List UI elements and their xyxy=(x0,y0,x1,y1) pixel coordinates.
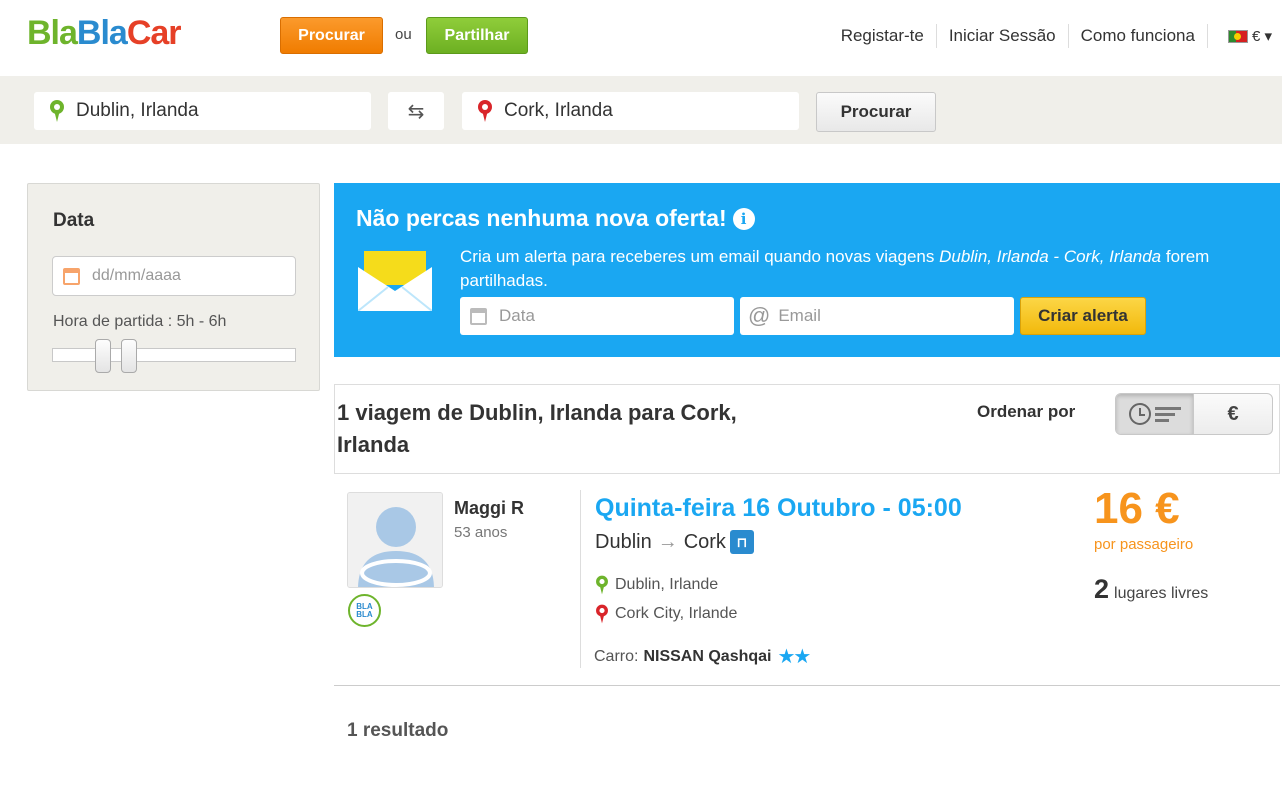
calendar-icon xyxy=(63,267,80,285)
route-arrow-icon: → xyxy=(657,530,678,553)
language-currency-selector[interactable]: € ▾ xyxy=(1208,27,1272,45)
date-placeholder: dd/mm/aaaa xyxy=(92,267,181,284)
filter-sidebar: Data dd/mm/aaaa Hora de partida : 5h - 6… xyxy=(27,183,320,391)
swap-icon: ⇆ xyxy=(407,100,425,123)
logo-part-2: Bla xyxy=(76,14,128,52)
results-count: 1 resultado xyxy=(347,720,449,741)
from-value: Dublin, Irlanda xyxy=(76,100,199,121)
alert-panel: Não percas nenhuma nova oferta! i Cria u… xyxy=(334,183,1280,357)
currency-label: € ▾ xyxy=(1251,28,1272,45)
red-pin-icon xyxy=(478,100,492,122)
dropoff-stop: Cork City, Irlande xyxy=(595,603,737,625)
trip-price: 16 € xyxy=(1094,484,1180,533)
calendar-icon xyxy=(470,307,487,325)
alert-email-input[interactable]: @ Email xyxy=(740,297,1014,335)
alert-email-placeholder: Email xyxy=(778,306,821,325)
trip-card[interactable]: BLA BLA Maggi R 53 anos Quinta-feira 16 … xyxy=(334,474,1280,686)
info-icon[interactable]: i xyxy=(732,207,755,230)
car-model: NISSAN Qashqai xyxy=(643,647,772,665)
route-from: Dublin xyxy=(595,530,652,553)
blablacar-logo[interactable]: BlaBlaCar xyxy=(27,14,182,53)
logo-part-3: Car xyxy=(126,14,182,52)
envelope-icon xyxy=(358,251,432,311)
red-pin-icon xyxy=(596,604,608,624)
list-lines-icon xyxy=(1154,406,1181,422)
results-header: 1 viagem de Dublin, Irlanda para Cork, I… xyxy=(334,384,1280,474)
alert-headline-text: Não percas nenhuma nova oferta! xyxy=(356,205,727,231)
departure-time-slider[interactable] xyxy=(52,339,296,373)
register-link[interactable]: Registar-te xyxy=(829,24,937,48)
slider-handle-min[interactable] xyxy=(95,339,111,373)
seats-label: lugares livres xyxy=(1114,585,1209,602)
alert-desc-route: Dublin, Irlanda - Cork, Irlanda xyxy=(939,247,1162,266)
alert-date-input[interactable]: Data xyxy=(460,297,734,335)
sort-by-time-button[interactable] xyxy=(1116,394,1194,434)
to-field[interactable]: Cork, Irlanda xyxy=(462,92,799,130)
sort-by-price-button[interactable]: € xyxy=(1194,394,1272,434)
procurar-button[interactable]: Procurar xyxy=(816,92,936,132)
search-bar: Dublin, Irlanda ⇆ Cork, Irlanda Procurar xyxy=(0,76,1282,144)
top-nav: Registar-te Iniciar Sessão Como funciona… xyxy=(829,24,1272,48)
login-link[interactable]: Iniciar Sessão xyxy=(937,24,1069,48)
alert-date-placeholder: Data xyxy=(499,306,535,325)
green-pin-icon xyxy=(50,100,64,122)
to-value: Cork, Irlanda xyxy=(504,100,613,121)
create-alert-button[interactable]: Criar alerta xyxy=(1020,297,1146,335)
price-per-passenger: por passageiro xyxy=(1094,536,1194,553)
departure-time-label: Hora de partida : 5h - 6h xyxy=(53,313,227,330)
how-it-works-link[interactable]: Como funciona xyxy=(1069,24,1208,48)
driver-age: 53 anos xyxy=(454,524,508,541)
procurar-top-button[interactable]: Procurar xyxy=(280,17,383,54)
dropoff-stop-label: Cork City, Irlande xyxy=(615,605,738,622)
green-pin-icon xyxy=(596,575,608,595)
at-icon: @ xyxy=(748,303,771,328)
highway-icon: ⊓ xyxy=(729,530,754,554)
seats-count: 2 xyxy=(1094,574,1110,604)
sort-label: Ordenar por xyxy=(977,402,1076,421)
ou-label: ou xyxy=(395,26,412,43)
pickup-stop-label: Dublin, Irlande xyxy=(615,576,719,593)
alert-description: Cria um alerta para receberes um email q… xyxy=(460,245,1260,293)
pickup-stop: Dublin, Irlande xyxy=(595,574,718,596)
top-header: BlaBlaCar Procurar ou Partilhar Registar… xyxy=(0,0,1282,70)
available-seats: 2 lugares livres xyxy=(1094,574,1208,605)
from-field[interactable]: Dublin, Irlanda xyxy=(34,92,371,130)
slider-handle-max[interactable] xyxy=(121,339,137,373)
route-to: Cork xyxy=(683,530,726,553)
trip-route: Dublin → Cork ⊓ xyxy=(595,530,754,554)
trip-date[interactable]: Quinta-feira 16 Outubro - 05:00 xyxy=(595,494,962,523)
clock-icon xyxy=(1128,403,1151,425)
date-input[interactable]: dd/mm/aaaa xyxy=(52,256,296,296)
date-filter-title: Data xyxy=(53,210,95,231)
partilhar-button[interactable]: Partilhar xyxy=(426,17,528,54)
alert-headline: Não percas nenhuma nova oferta! i xyxy=(356,205,755,232)
results-title: 1 viagem de Dublin, Irlanda para Cork, I… xyxy=(337,400,737,457)
comfort-stars-icon: ★★ xyxy=(777,646,811,668)
logo-part-1: Bla xyxy=(27,14,78,52)
blabla-badge-icon: BLA BLA xyxy=(348,594,381,627)
portugal-flag-icon xyxy=(1227,29,1248,43)
driver-avatar[interactable] xyxy=(347,492,443,588)
euro-icon: € xyxy=(1227,402,1239,425)
car-label: Carro: xyxy=(594,647,639,665)
card-divider xyxy=(580,490,581,668)
default-avatar-icon xyxy=(348,493,442,587)
swap-button[interactable]: ⇆ xyxy=(388,92,444,130)
driver-name: Maggi R xyxy=(454,498,524,518)
sort-toggle: € xyxy=(1115,393,1273,435)
alert-desc-prefix: Cria um alerta para receberes um email q… xyxy=(460,247,940,266)
badge-line-2: BLA xyxy=(356,609,373,619)
car-info: Carro: NISSAN Qashqai ★★ xyxy=(594,644,811,669)
